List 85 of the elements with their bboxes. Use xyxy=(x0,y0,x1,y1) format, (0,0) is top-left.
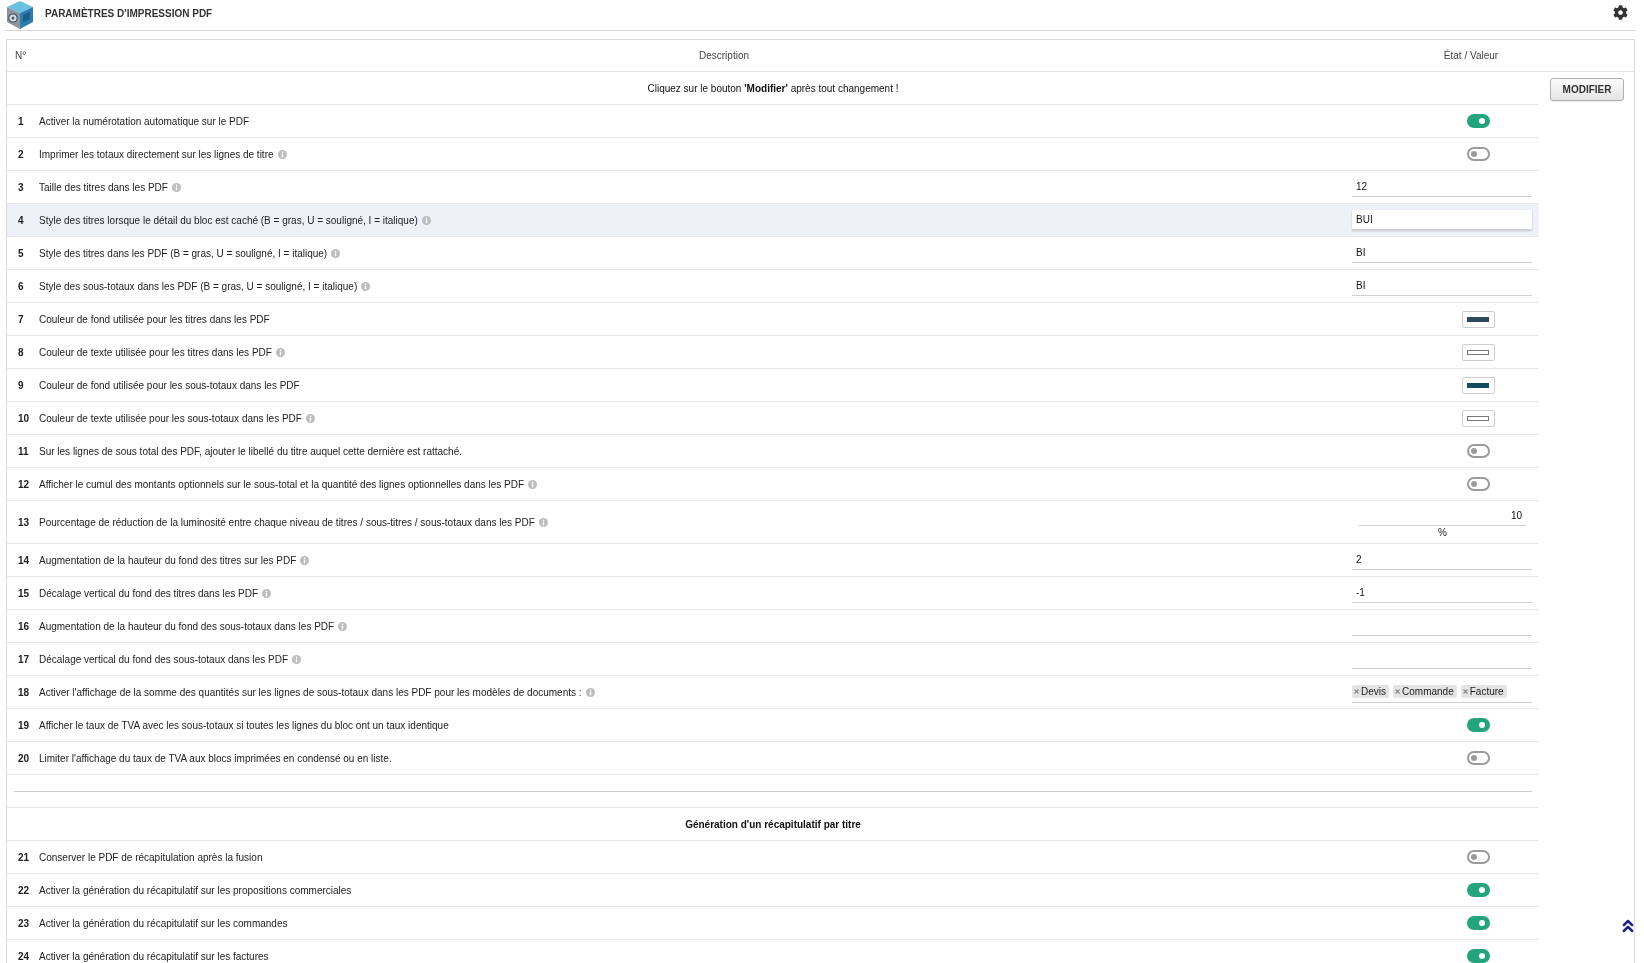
remove-icon[interactable] xyxy=(1462,689,1468,694)
toggle-switch[interactable] xyxy=(1466,916,1490,930)
row-number: 7 xyxy=(17,313,24,325)
setting-label: Style des sous-totaux dans les PDF (B = gras, U = souligné, I = italique) xyxy=(39,280,358,292)
setting-label: Pourcentage de réduction de la luminosité entre chaque niveau de titres / sous-titres / sous-totaux dans les PDF xyxy=(39,516,535,528)
input-field[interactable]: BUI xyxy=(1352,210,1532,230)
row-number: 11 xyxy=(17,445,29,457)
setting-label: Couleur de texte utilisée pour les titres dans les PDF xyxy=(39,346,272,358)
row-number: 2 xyxy=(17,148,24,160)
input-field[interactable]: BI xyxy=(1352,276,1532,296)
setting-label: Décalage vertical du fond des sous-totaux dans les PDF xyxy=(39,653,289,665)
setting-label: Conserver le PDF de récapitulation après la fusion xyxy=(39,851,263,863)
color-picker[interactable] xyxy=(1461,310,1495,328)
row-number: 3 xyxy=(17,181,24,193)
tag-input[interactable]: Devis Commande Facture xyxy=(1352,681,1532,703)
setting-label: Activer la génération du récapitulatif sur les commandes xyxy=(39,917,288,929)
row-number: 15 xyxy=(17,587,30,599)
row-number: 22 xyxy=(17,884,30,896)
setting-label: Taille des titres dans les PDF xyxy=(39,181,168,193)
column-header: État / Valeur xyxy=(1443,50,1499,61)
settings-icon[interactable] xyxy=(1613,4,1628,20)
toggle-switch[interactable] xyxy=(1466,477,1490,491)
setting-label: Augmentation de la hauteur du fond des titres sur les PDF xyxy=(39,554,297,566)
column-header: N° xyxy=(14,50,27,61)
toggle-switch[interactable] xyxy=(1466,949,1490,963)
input-field[interactable]: 10 xyxy=(1359,506,1526,526)
toggle-switch[interactable] xyxy=(1466,850,1490,864)
toggle-switch[interactable] xyxy=(1466,751,1490,765)
input-field[interactable]: -1 xyxy=(1352,583,1532,603)
tag-label: Devis xyxy=(1361,686,1386,697)
setting-label: Activer la génération du récapitulatif sur les propositions commerciales xyxy=(39,884,352,896)
setting-label: Afficher le taux de TVA avec les sous-totaux si toutes les lignes du bloc ont un taux identique xyxy=(39,719,449,731)
row-number: 20 xyxy=(17,752,30,764)
setting-label: Afficher le cumul des montants optionnels sur le sous-total et la quantité des lignes optionnelles dans les PDF xyxy=(39,478,525,490)
color-picker[interactable] xyxy=(1461,409,1495,427)
row-number: 16 xyxy=(17,620,30,632)
setting-label: Décalage vertical du fond des titres dans les PDF xyxy=(39,587,258,599)
row-number: 12 xyxy=(17,478,30,490)
row-number: 24 xyxy=(17,950,30,962)
row-number: 6 xyxy=(17,280,24,292)
row-number: 17 xyxy=(17,653,30,665)
color-picker[interactable] xyxy=(1461,376,1495,394)
row-number: 1 xyxy=(17,115,24,127)
setting-label: Couleur de fond utilisée pour les sous-totaux dans les PDF xyxy=(39,379,300,391)
row-number: 4 xyxy=(17,214,24,226)
remove-icon[interactable] xyxy=(1395,689,1400,694)
unit-label: % xyxy=(1438,527,1447,538)
toggle-switch[interactable] xyxy=(1466,718,1490,732)
input-field[interactable]: 12 xyxy=(1352,177,1532,197)
toggle-switch[interactable] xyxy=(1466,114,1490,128)
row-number: 8 xyxy=(17,346,24,358)
remove-icon[interactable] xyxy=(1354,689,1359,694)
row-number: 23 xyxy=(17,917,30,929)
input-field[interactable]: BI xyxy=(1352,243,1532,263)
modify-button[interactable]: MODIFIER xyxy=(1550,78,1624,101)
setting-label: Style des titres lorsque le détail du bloc est caché (B = gras, U = souligné, I = italique) xyxy=(39,214,418,226)
section-title: Génération d'un récapitulatif par titre xyxy=(685,818,861,830)
setting-label: Imprimer les totaux directement sur les lignes de titre xyxy=(39,148,274,160)
column-header: Description xyxy=(699,50,749,61)
tag-label: Facture xyxy=(1469,686,1504,697)
row-number: 9 xyxy=(17,379,24,391)
row-number: 5 xyxy=(17,247,24,259)
setting-label: Activer l'affichage de la somme des quantités sur les lignes de sous-totaux dans les PDF pour les modèles de documents : xyxy=(39,686,582,698)
setting-label: Sur les lignes de sous total des PDF, ajouter le libellé du titre auquel cette dernière est rattaché. xyxy=(39,445,463,457)
row-number: 18 xyxy=(17,686,30,698)
input-field[interactable]: 2 xyxy=(1352,550,1532,570)
notice-text: Cliquez sur le bouton 'Modifier' après tout changement ! xyxy=(647,82,899,94)
setting-label: Style des titres dans les PDF (B = gras, U = souligné, I = italique) xyxy=(39,247,328,259)
tag-label: Commande xyxy=(1402,686,1454,697)
color-picker[interactable] xyxy=(1461,343,1495,361)
toggle-switch[interactable] xyxy=(1466,147,1490,161)
toggle-switch[interactable] xyxy=(1466,883,1490,897)
row-number: 21 xyxy=(17,851,30,863)
row-number: 10 xyxy=(17,412,30,424)
row-number: 14 xyxy=(17,554,30,566)
setting-label: Couleur de fond utilisée pour les titres dans les PDF xyxy=(39,313,270,325)
row-number: 13 xyxy=(17,516,30,528)
setting-label: Activer la génération du récapitulatif sur les factures xyxy=(39,950,269,962)
page-title: PARAMÈTRES D'IMPRESSION PDF xyxy=(45,8,213,19)
setting-label: Activer la numérotation automatique sur le PDF xyxy=(39,115,250,127)
toggle-switch[interactable] xyxy=(1466,444,1490,458)
setting-label: Couleur de texte utilisée pour les sous-totaux dans les PDF xyxy=(39,412,302,424)
setting-label: Limiter l'affichage du taux de TVA aux blocs imprimées en condensé ou en liste. xyxy=(39,752,392,764)
row-number: 19 xyxy=(17,719,30,731)
setting-label: Augmentation de la hauteur du fond des sous-totaux dans les PDF xyxy=(39,620,335,632)
